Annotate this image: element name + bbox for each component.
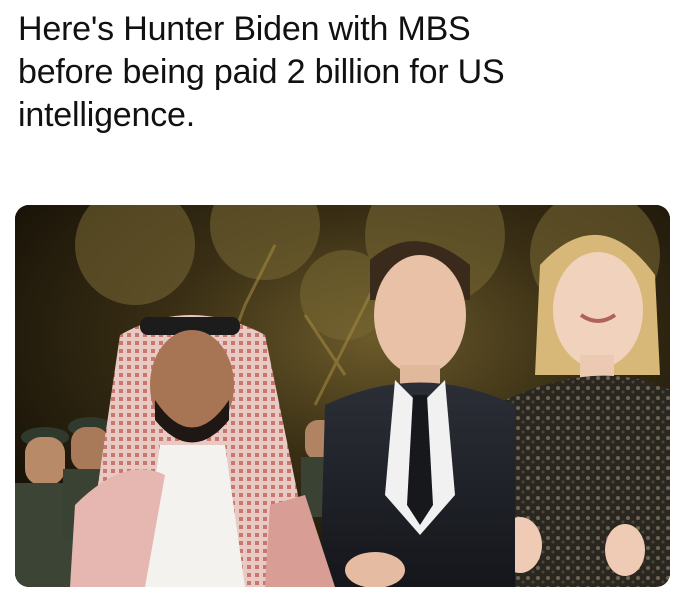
post-caption: Here's Hunter Biden with MBS before bein… xyxy=(18,10,505,134)
photo-scene xyxy=(15,205,670,587)
post-photo[interactable] xyxy=(15,205,670,587)
